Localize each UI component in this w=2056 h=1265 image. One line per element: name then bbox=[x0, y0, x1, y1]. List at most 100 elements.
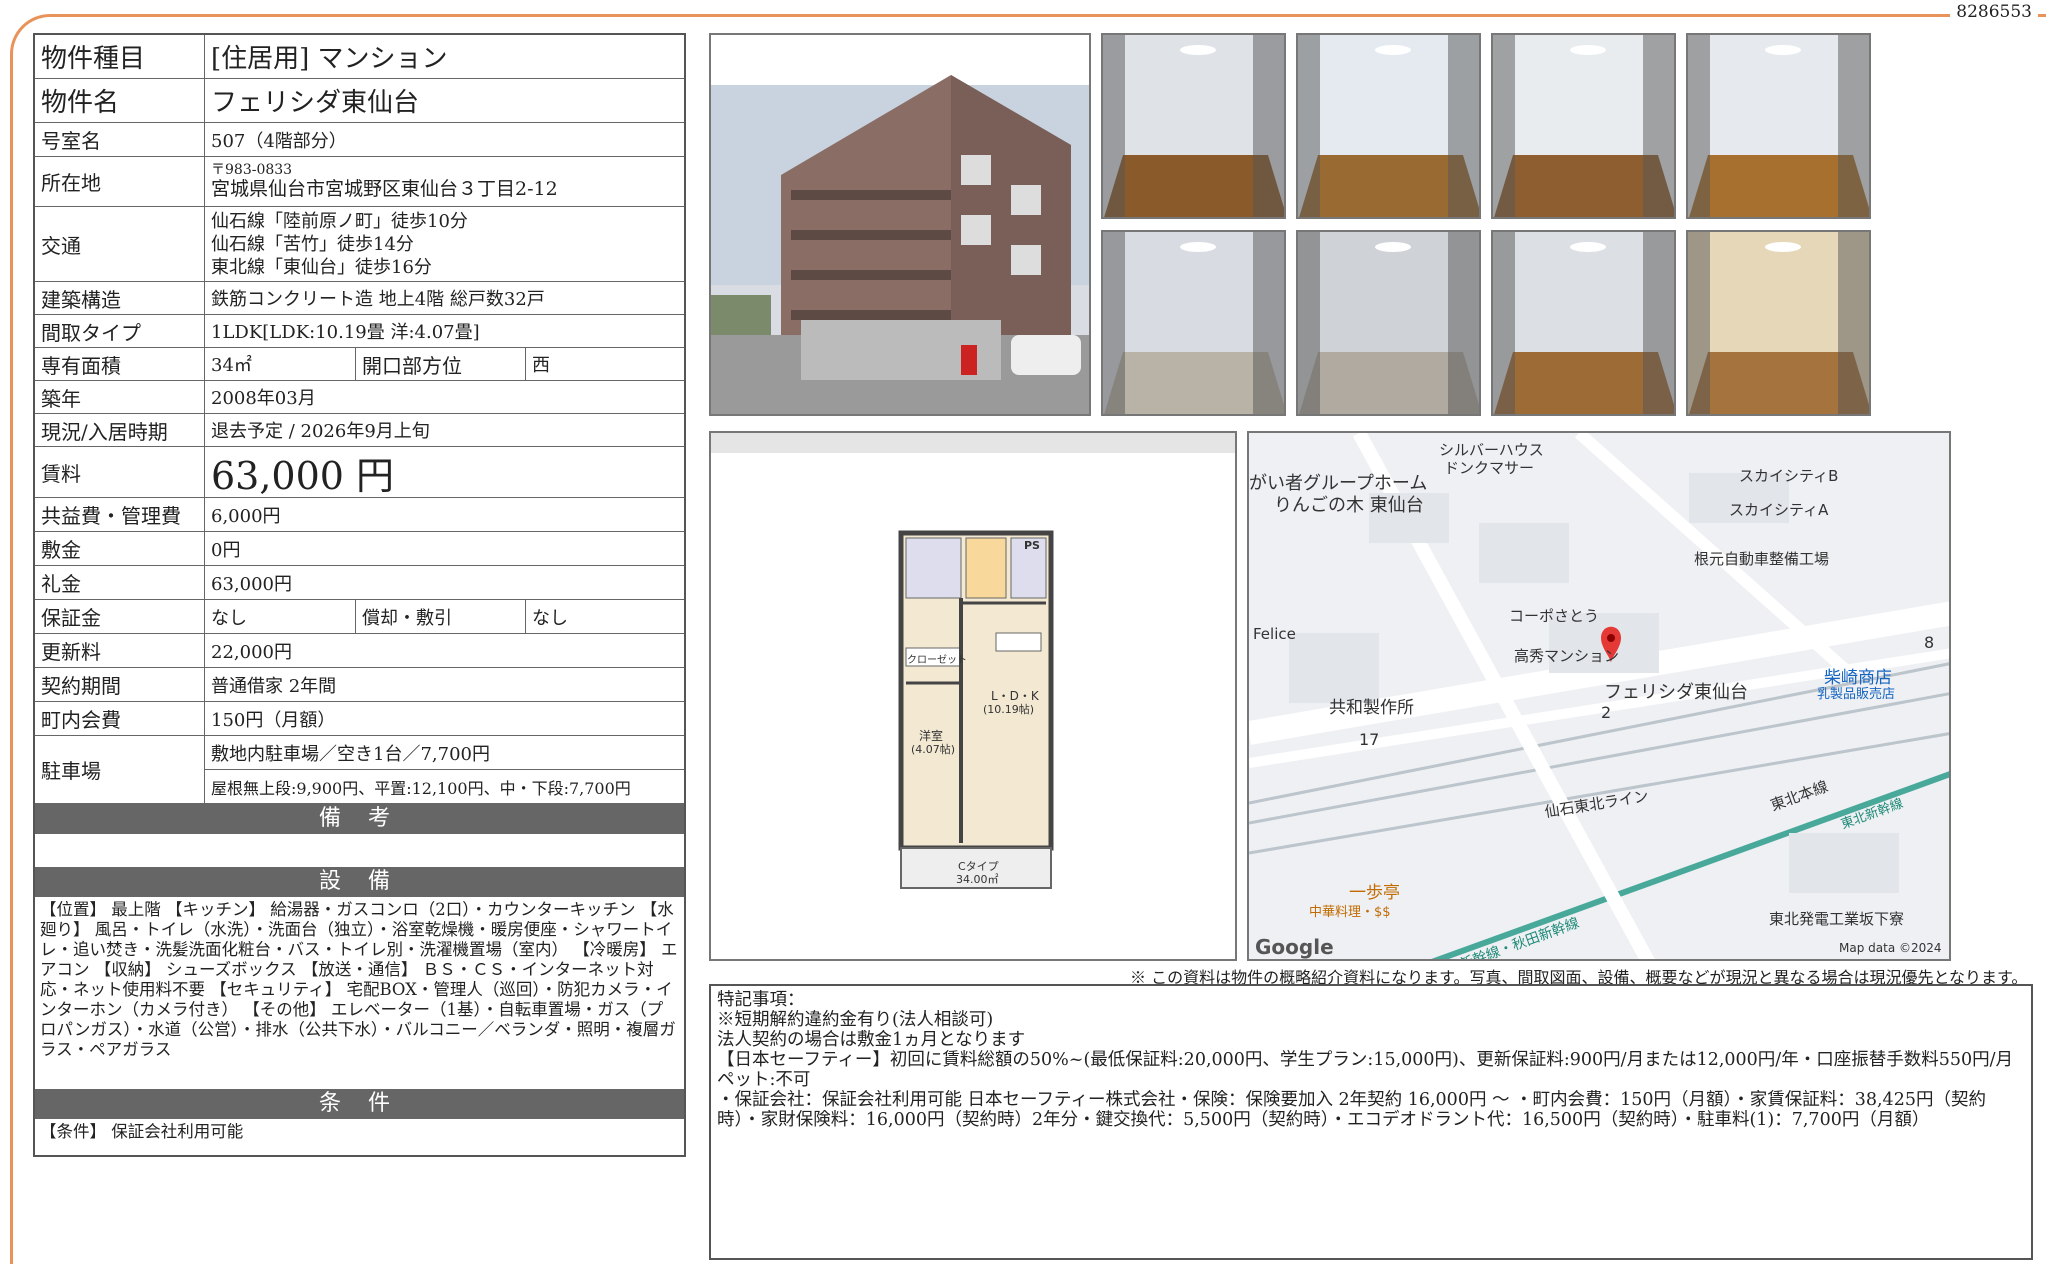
label-deposit: 敷金 bbox=[35, 532, 205, 565]
label-type: 物件種目 bbox=[35, 35, 205, 78]
label-address: 所在地 bbox=[35, 157, 205, 206]
label-key-money: 礼金 bbox=[35, 566, 205, 599]
room-photo[interactable] bbox=[1296, 230, 1481, 416]
value-rent: 63,000 円 bbox=[211, 453, 395, 498]
value-guarantee: なし bbox=[211, 607, 247, 629]
row-guarantee: 保証金 なし 償却・敷引 なし bbox=[35, 600, 684, 634]
label-area: 専有面積 bbox=[35, 348, 205, 380]
room-photo[interactable] bbox=[1296, 33, 1481, 219]
map-label: 根元自動車整備工場 bbox=[1694, 550, 1830, 568]
map-label: コーポさとう bbox=[1509, 607, 1600, 625]
value-parking: 敷地内駐車場／空き1台／7,700円 bbox=[205, 736, 684, 770]
value-deposit: 0円 bbox=[211, 539, 241, 561]
row-rent: 賃料 63,000 円 bbox=[35, 447, 684, 498]
value-name: フェリシダ東仙台 bbox=[211, 88, 420, 118]
map-label: 一歩亭 bbox=[1349, 883, 1400, 903]
value-amort: なし bbox=[525, 600, 684, 633]
row-renewal: 更新料 22,000円 bbox=[35, 634, 684, 668]
value-renewal: 22,000円 bbox=[211, 641, 292, 663]
room-photo[interactable] bbox=[1491, 33, 1676, 219]
map-label-property: フェリシダ東仙台 bbox=[1604, 682, 1748, 703]
special-line: 【日本セーフティー】初回に賃料総額の50%~(最低保証料:20,000円、学生プ… bbox=[717, 1050, 2013, 1090]
value-contract: 普通借家 2年間 bbox=[211, 675, 337, 697]
row-deposit: 敷金 0円 bbox=[35, 532, 684, 566]
access-item: 仙石線「陸前原ノ町」徒歩10分 bbox=[211, 210, 468, 232]
document-id: 8286553 bbox=[1950, 2, 2038, 22]
conditions-header: 条 件 bbox=[35, 1089, 684, 1119]
row-name: 物件名 フェリシダ東仙台 bbox=[35, 79, 684, 123]
map-label: Felice bbox=[1253, 625, 1296, 643]
row-status: 現況/入居時期 退去予定 / 2026年9月上旬 bbox=[35, 414, 684, 447]
map-panel[interactable]: シルバーハウス ドンクマサー がい者グループホーム りんごの木 東仙台 スカイシ… bbox=[1247, 431, 1951, 961]
label-contract: 契約期間 bbox=[35, 668, 205, 701]
special-notes: 特記事項： ※短期解約違約金有り(法人相談可) 法人契約の場合は敷金1ヵ月となり… bbox=[709, 984, 2033, 1260]
value-status: 退去予定 / 2026年9月上旬 bbox=[211, 421, 430, 442]
value-key-money: 63,000円 bbox=[211, 573, 292, 595]
room-photo[interactable] bbox=[1686, 33, 1871, 219]
value-layout: 1LDK[LDK:10.19畳 洋:4.07畳] bbox=[211, 322, 480, 343]
google-logo: Google bbox=[1255, 935, 1334, 959]
building-image bbox=[711, 35, 1089, 414]
map-label: 東北発電工業坂下寮 bbox=[1769, 910, 1905, 928]
room-image bbox=[1688, 35, 1869, 217]
value-built: 2008年03月 bbox=[211, 388, 316, 409]
map-label: 乳製品販売店 bbox=[1817, 687, 1896, 702]
conditions-text: 【条件】 保証会社利用可能 bbox=[40, 1122, 244, 1141]
row-key-money: 礼金 63,000円 bbox=[35, 566, 684, 600]
label-rent: 賃料 bbox=[35, 447, 205, 497]
row-area: 専有面積 34㎡ 開口部方位 西 bbox=[35, 348, 684, 381]
label-built: 築年 bbox=[35, 381, 205, 413]
label-parking: 駐車場 bbox=[35, 736, 205, 803]
map-label: 高秀マンション bbox=[1514, 647, 1620, 665]
value-address-wrap: 〒983-0833 宮城県仙台市宮城野区東仙台３丁目2-12 bbox=[205, 157, 684, 206]
room-photo[interactable] bbox=[1101, 33, 1286, 219]
row-type: 物件種目 [住居用] マンション bbox=[35, 35, 684, 79]
remarks-body bbox=[35, 834, 684, 867]
room-image bbox=[1493, 232, 1674, 414]
equipment-text: 【位置】 最上階 【キッチン】 給湯器・ガスコンロ（2口）・カウンターキッチン … bbox=[40, 900, 678, 1059]
label-fee: 共益費・管理費 bbox=[35, 498, 205, 531]
value-fee: 6,000円 bbox=[211, 505, 281, 527]
row-contract: 契約期間 普通借家 2年間 bbox=[35, 668, 684, 702]
label-amort: 償却・敷引 bbox=[355, 600, 525, 633]
parking-values: 敷地内駐車場／空き1台／7,700円 屋根無上段:9,900円、平置:12,10… bbox=[205, 736, 684, 803]
map-label: スカイシティA bbox=[1729, 501, 1829, 519]
row-town-fee: 町内会費 150円（月額） bbox=[35, 702, 684, 736]
property-info-table: 物件種目 [住居用] マンション 物件名 フェリシダ東仙台 号室名 507（4階… bbox=[33, 33, 686, 1157]
map-label: ドンクマサー bbox=[1444, 459, 1535, 477]
label-status: 現況/入居時期 bbox=[35, 414, 205, 446]
special-line: 法人契約の場合は敷金1ヵ月となります bbox=[717, 1030, 1026, 1050]
map-attribution: Map data ©2024 bbox=[1839, 941, 1942, 955]
row-structure: 建築構造 鉄筋コンクリート造 地上4階 総戸数32戸 bbox=[35, 282, 684, 315]
map-label: スカイシティB bbox=[1739, 467, 1839, 485]
fp-ldk-size: (10.19帖) bbox=[983, 703, 1035, 716]
label-room: 号室名 bbox=[35, 123, 205, 156]
label-renewal: 更新料 bbox=[35, 634, 205, 667]
value-area: 34㎡ bbox=[211, 355, 252, 376]
room-image bbox=[1103, 35, 1284, 217]
map-label: りんごの木 東仙台 bbox=[1274, 495, 1424, 516]
floorplan-panel[interactable]: PS クローゼット L・D・K (10.19帖) 洋室 (4.07帖) Cタイプ… bbox=[709, 431, 1237, 961]
map-label: 8 bbox=[1924, 633, 1935, 652]
room-image bbox=[1298, 35, 1479, 217]
access-item: 仙石線「苦竹」徒歩14分 bbox=[211, 233, 414, 255]
room-image bbox=[1493, 35, 1674, 217]
building-photo[interactable] bbox=[709, 33, 1091, 416]
label-access: 交通 bbox=[35, 207, 205, 281]
label-town-fee: 町内会費 bbox=[35, 702, 205, 735]
map-label: 17 bbox=[1359, 730, 1380, 749]
room-photo[interactable] bbox=[1686, 230, 1871, 416]
special-line: ※短期解約違約金有り(法人相談可) bbox=[717, 1010, 994, 1030]
room-photo[interactable] bbox=[1491, 230, 1676, 416]
remarks-header: 備 考 bbox=[35, 804, 684, 834]
room-image bbox=[1103, 232, 1284, 414]
label-name: 物件名 bbox=[35, 79, 205, 122]
label-direction: 開口部方位 bbox=[355, 348, 525, 380]
access-list: 仙石線「陸前原ノ町」徒歩10分 仙石線「苦竹」徒歩14分 東北線「東仙台」徒歩1… bbox=[205, 207, 684, 281]
label-structure: 建築構造 bbox=[35, 282, 205, 314]
row-parking: 駐車場 敷地内駐車場／空き1台／7,700円 屋根無上段:9,900円、平置:1… bbox=[35, 736, 684, 804]
row-built: 築年 2008年03月 bbox=[35, 381, 684, 414]
value-type: [住居用] マンション bbox=[211, 44, 448, 74]
room-photo[interactable] bbox=[1101, 230, 1286, 416]
room-image bbox=[1298, 232, 1479, 414]
